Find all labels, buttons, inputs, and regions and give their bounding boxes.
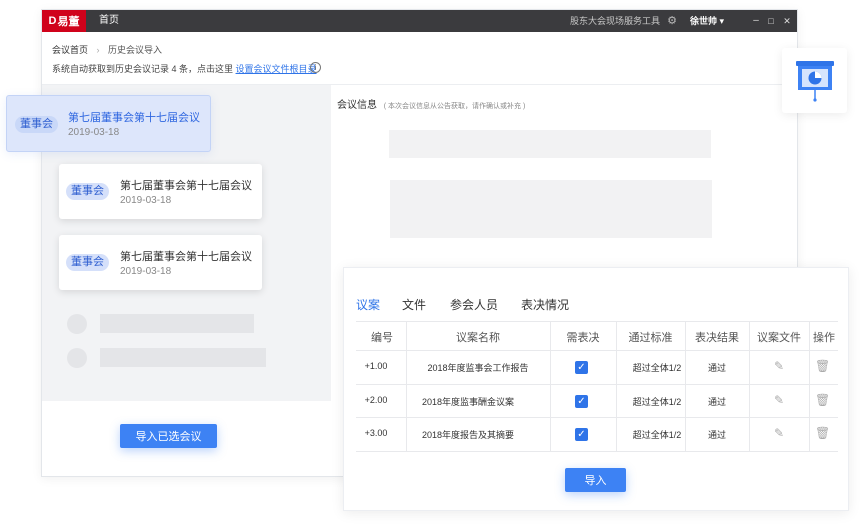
set-root-dir-link[interactable]: 设置会议文件根目录 xyxy=(236,64,317,74)
notice-text: 系统自动获取到历史会议记录 4 条，点击这里 设置会议文件根目录 xyxy=(52,62,317,75)
gear-icon[interactable]: ⚙ xyxy=(666,15,678,27)
brand-logo: D 易董 xyxy=(42,10,86,32)
import-selected-button[interactable]: 导入已选会议 xyxy=(120,424,217,448)
table-border xyxy=(356,384,838,385)
meeting-card[interactable]: 董事会 第七届董事会第十七届会议 2019-03-18 xyxy=(59,164,262,219)
meeting-type-tag: 董事会 xyxy=(15,116,58,133)
meeting-name: 第七届董事会第十七届会议 xyxy=(120,180,252,192)
tab-attendees[interactable]: 参会人员 xyxy=(450,296,498,313)
meeting-info-hint: ( 本次会议信息从公告获取，请作确认或补充 ) xyxy=(383,103,526,110)
agenda-name: 2018年度报告及其摘要 xyxy=(421,430,515,440)
paperclip-icon[interactable]: ✎ xyxy=(772,393,786,407)
table-border xyxy=(356,321,838,322)
meeting-type-tag: 董事会 xyxy=(66,183,109,200)
close-button[interactable]: ✕ xyxy=(780,10,794,32)
agenda-number: +2.00 xyxy=(364,395,388,405)
presentation-widget[interactable] xyxy=(782,48,847,113)
meeting-name: 第七届董事会第十七届会议 xyxy=(120,251,252,263)
agenda-panel: 议案 文件 参会人员 表决情况 编号 议案名称 需表决 通过标准 表决结果 议案… xyxy=(343,267,849,511)
placeholder-avatar xyxy=(67,348,87,368)
meeting-date: 2019-03-18 xyxy=(120,195,172,206)
maximize-button[interactable]: □ xyxy=(764,10,778,32)
meeting-name: 第七届董事会第十七届会议 xyxy=(68,112,200,124)
presentation-chart-icon xyxy=(796,61,834,102)
placeholder-avatar xyxy=(67,314,87,334)
paperclip-icon[interactable]: ✎ xyxy=(772,426,786,440)
meeting-type-tag: 董事会 xyxy=(66,254,109,271)
meeting-date: 2019-03-18 xyxy=(68,127,120,138)
brand-name: 易董 xyxy=(57,16,80,28)
placeholder-bar xyxy=(100,348,266,367)
trash-icon[interactable]: 🗑 xyxy=(815,426,830,440)
column-header: 需表决 xyxy=(566,332,600,344)
meeting-info-title: 会议信息 xyxy=(337,100,377,111)
paperclip-icon[interactable]: ✎ xyxy=(772,359,786,373)
info-icon[interactable]: i xyxy=(310,62,321,73)
vote-result: 通过 xyxy=(707,363,726,373)
agenda-number: +1.00 xyxy=(364,361,388,371)
column-header: 议案文件 xyxy=(757,332,801,344)
meeting-card[interactable]: 董事会 第七届董事会第十七届会议 2019-03-18 xyxy=(6,95,211,152)
tab-agenda[interactable]: 议案 xyxy=(356,296,380,313)
breadcrumb-root[interactable]: 会议首页 xyxy=(52,45,88,55)
vote-result: 通过 xyxy=(707,430,726,440)
titlebar: D 易董 首页 股东大会现场服务工具 ⚙ 徐世帅 ▾ – □ ✕ xyxy=(42,10,797,32)
user-menu[interactable]: 徐世帅 ▾ xyxy=(690,10,724,32)
tab-home[interactable]: 首页 xyxy=(99,10,119,32)
meeting-date: 2019-03-18 xyxy=(120,266,172,277)
column-header: 操作 xyxy=(813,332,835,344)
table-border xyxy=(356,350,838,351)
minimize-button[interactable]: – xyxy=(749,10,763,32)
trash-icon[interactable]: 🗑 xyxy=(815,393,830,407)
agenda-name: 2018年度监事酬金议案 xyxy=(421,397,515,407)
import-button[interactable]: 导入 xyxy=(565,468,626,492)
placeholder-field xyxy=(390,180,712,238)
tab-voting[interactable]: 表决情况 xyxy=(521,296,569,313)
agenda-number: +3.00 xyxy=(364,428,388,438)
column-header: 表决结果 xyxy=(695,332,739,344)
breadcrumb: 会议首页 › 历史会议导入 xyxy=(52,43,162,56)
chevron-right-icon: › xyxy=(96,45,100,55)
column-header: 编号 xyxy=(371,332,393,344)
tool-name: 股东大会现场服务工具 xyxy=(570,16,661,26)
placeholder-bar xyxy=(100,314,254,333)
column-header: 议案名称 xyxy=(456,332,500,344)
meeting-card[interactable]: 董事会 第七届董事会第十七届会议 2019-03-18 xyxy=(59,235,262,290)
tab-files[interactable]: 文件 xyxy=(402,296,426,313)
column-header: 通过标准 xyxy=(628,332,673,344)
vote-required-checkbox[interactable]: ✓ xyxy=(575,428,588,441)
meeting-info-heading: 会议信息 ( 本次会议信息从公告获取，请作确认或补充 ) xyxy=(337,96,525,111)
breadcrumb-current: 历史会议导入 xyxy=(108,45,163,55)
trash-icon[interactable]: 🗑 xyxy=(815,359,830,373)
notice-message: 系统自动获取到历史会议记录 4 条，点击这里 xyxy=(52,64,234,74)
table-border xyxy=(356,451,838,452)
table-border xyxy=(356,417,838,418)
agenda-name: 2018年度监事会工作报告 xyxy=(427,363,529,373)
vote-required-checkbox[interactable]: ✓ xyxy=(575,395,588,408)
brand-logo-icon: D xyxy=(48,15,57,27)
placeholder-field xyxy=(389,130,711,158)
vote-required-checkbox[interactable]: ✓ xyxy=(575,361,588,374)
vote-result: 通过 xyxy=(707,397,726,407)
